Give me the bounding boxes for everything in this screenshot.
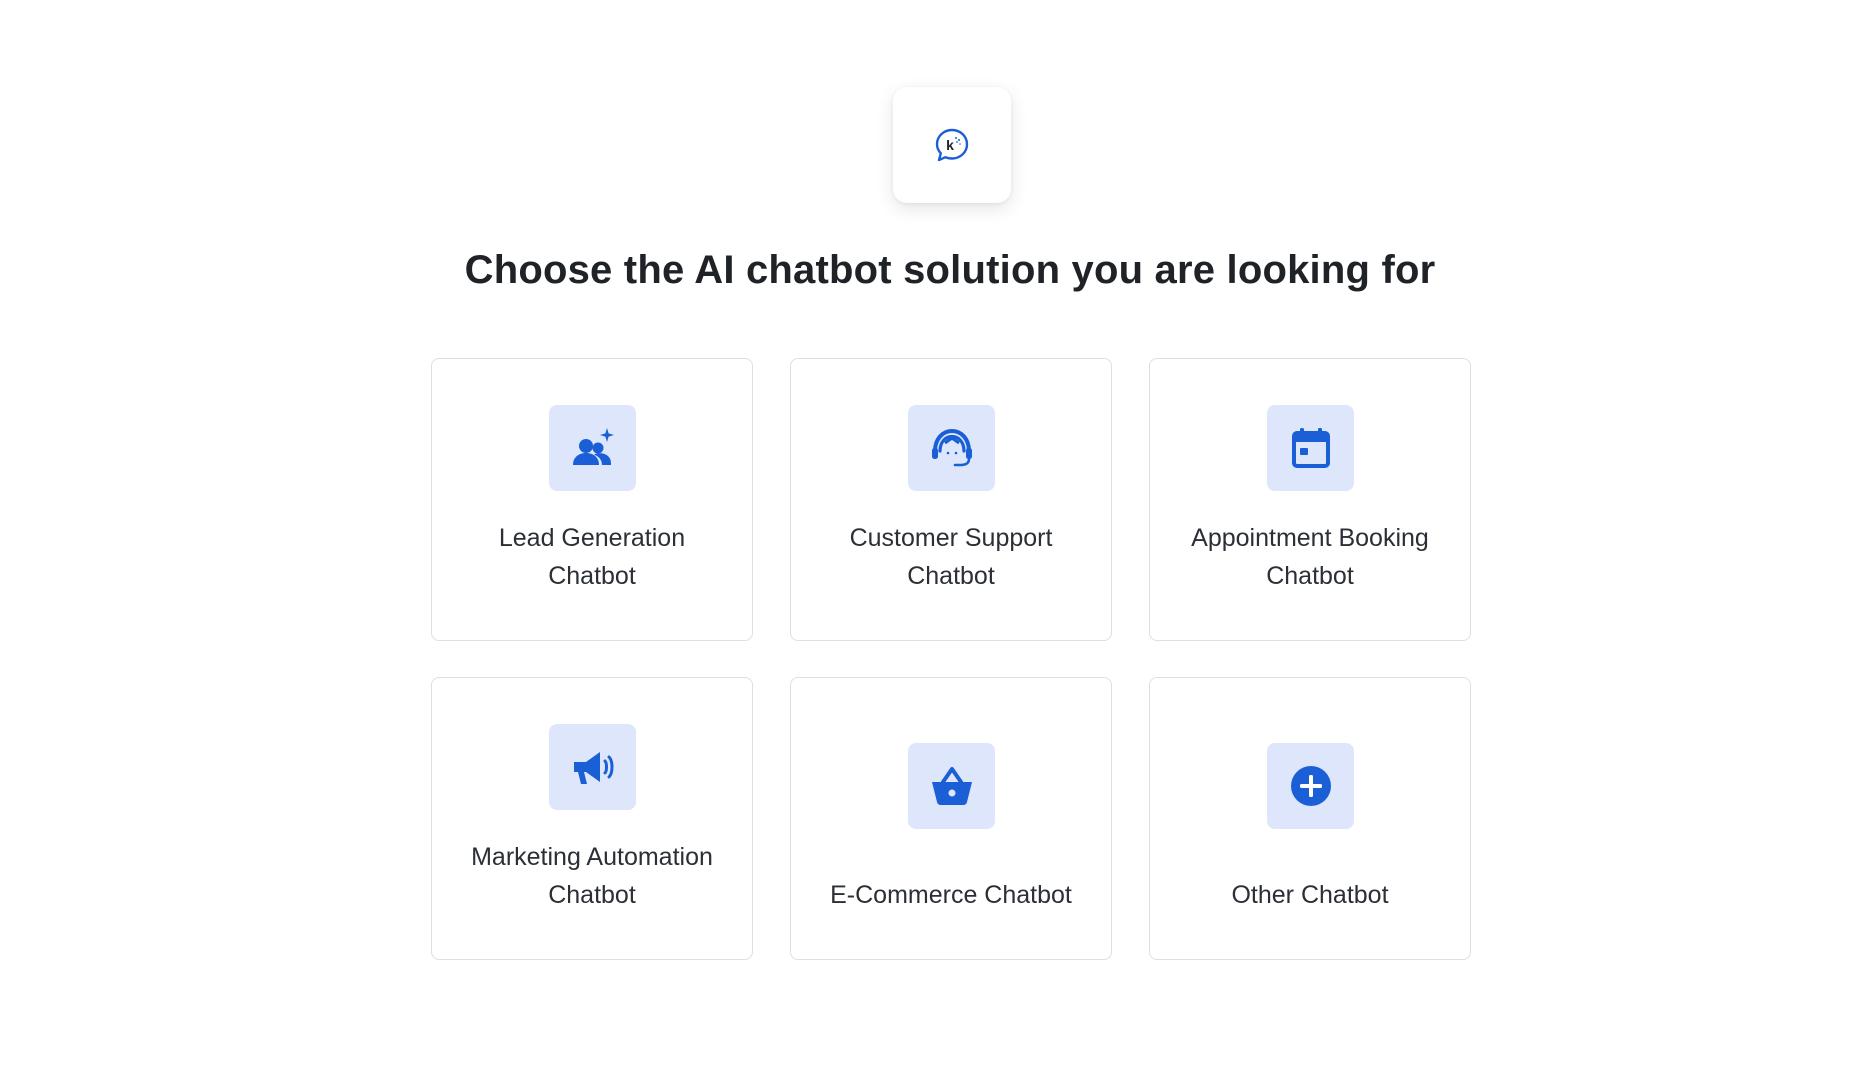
lead-generation-icon <box>572 428 614 465</box>
page-title: Choose the AI chatbot solution you are l… <box>464 248 1436 292</box>
icon-tile <box>549 405 636 491</box>
logo-letter: k <box>946 137 954 153</box>
option-label: E-Commerce Chatbot <box>801 876 1101 914</box>
option-card-marketing-automation[interactable]: Marketing Automation Chatbot <box>431 677 753 960</box>
option-label: Other Chatbot <box>1160 876 1460 914</box>
calendar-icon <box>1291 428 1330 468</box>
option-label-line2: Chatbot <box>1266 562 1354 590</box>
option-card-other[interactable]: Other Chatbot <box>1149 677 1471 960</box>
option-label-line1: Appointment Booking <box>1191 524 1429 552</box>
option-label: Marketing Automation Chatbot <box>442 838 742 914</box>
option-label-line1: Marketing Automation <box>471 843 713 871</box>
megaphone-icon <box>573 752 613 784</box>
page: k Choose the AI chatbot solution you are… <box>0 0 1866 1080</box>
option-card-ecommerce[interactable]: E-Commerce Chatbot <box>790 677 1112 960</box>
customer-support-headset-icon <box>931 428 972 467</box>
chatbot-options-grid: Lead Generation Chatbot Customer Support… <box>431 358 1473 960</box>
icon-tile <box>908 405 995 491</box>
option-label: Customer Support Chatbot <box>801 519 1101 595</box>
icon-tile <box>549 724 636 810</box>
icon-tile <box>1267 743 1354 829</box>
option-card-lead-generation[interactable]: Lead Generation Chatbot <box>431 358 753 641</box>
option-label-line2: Chatbot <box>548 562 636 590</box>
option-label-line1: Other Chatbot <box>1231 881 1389 909</box>
option-label-line2: Chatbot <box>548 881 636 909</box>
icon-tile <box>908 743 995 829</box>
option-label: Appointment Booking Chatbot <box>1160 519 1460 595</box>
option-label-line1: E-Commerce Chatbot <box>830 881 1072 909</box>
brand-logo: k <box>893 87 1011 203</box>
option-label-line1: Customer Support <box>849 524 1053 552</box>
option-label-line2: Chatbot <box>907 562 995 590</box>
icon-tile <box>1267 405 1354 491</box>
option-card-customer-support[interactable]: Customer Support Chatbot <box>790 358 1112 641</box>
plus-circle-icon <box>1290 766 1331 806</box>
chat-bubble-logo-icon: k <box>935 128 969 162</box>
option-card-appointment-booking[interactable]: Appointment Booking Chatbot <box>1149 358 1471 641</box>
option-label: Lead Generation Chatbot <box>442 519 742 595</box>
option-label-line1: Lead Generation <box>498 524 686 552</box>
shopping-basket-icon <box>931 767 972 805</box>
